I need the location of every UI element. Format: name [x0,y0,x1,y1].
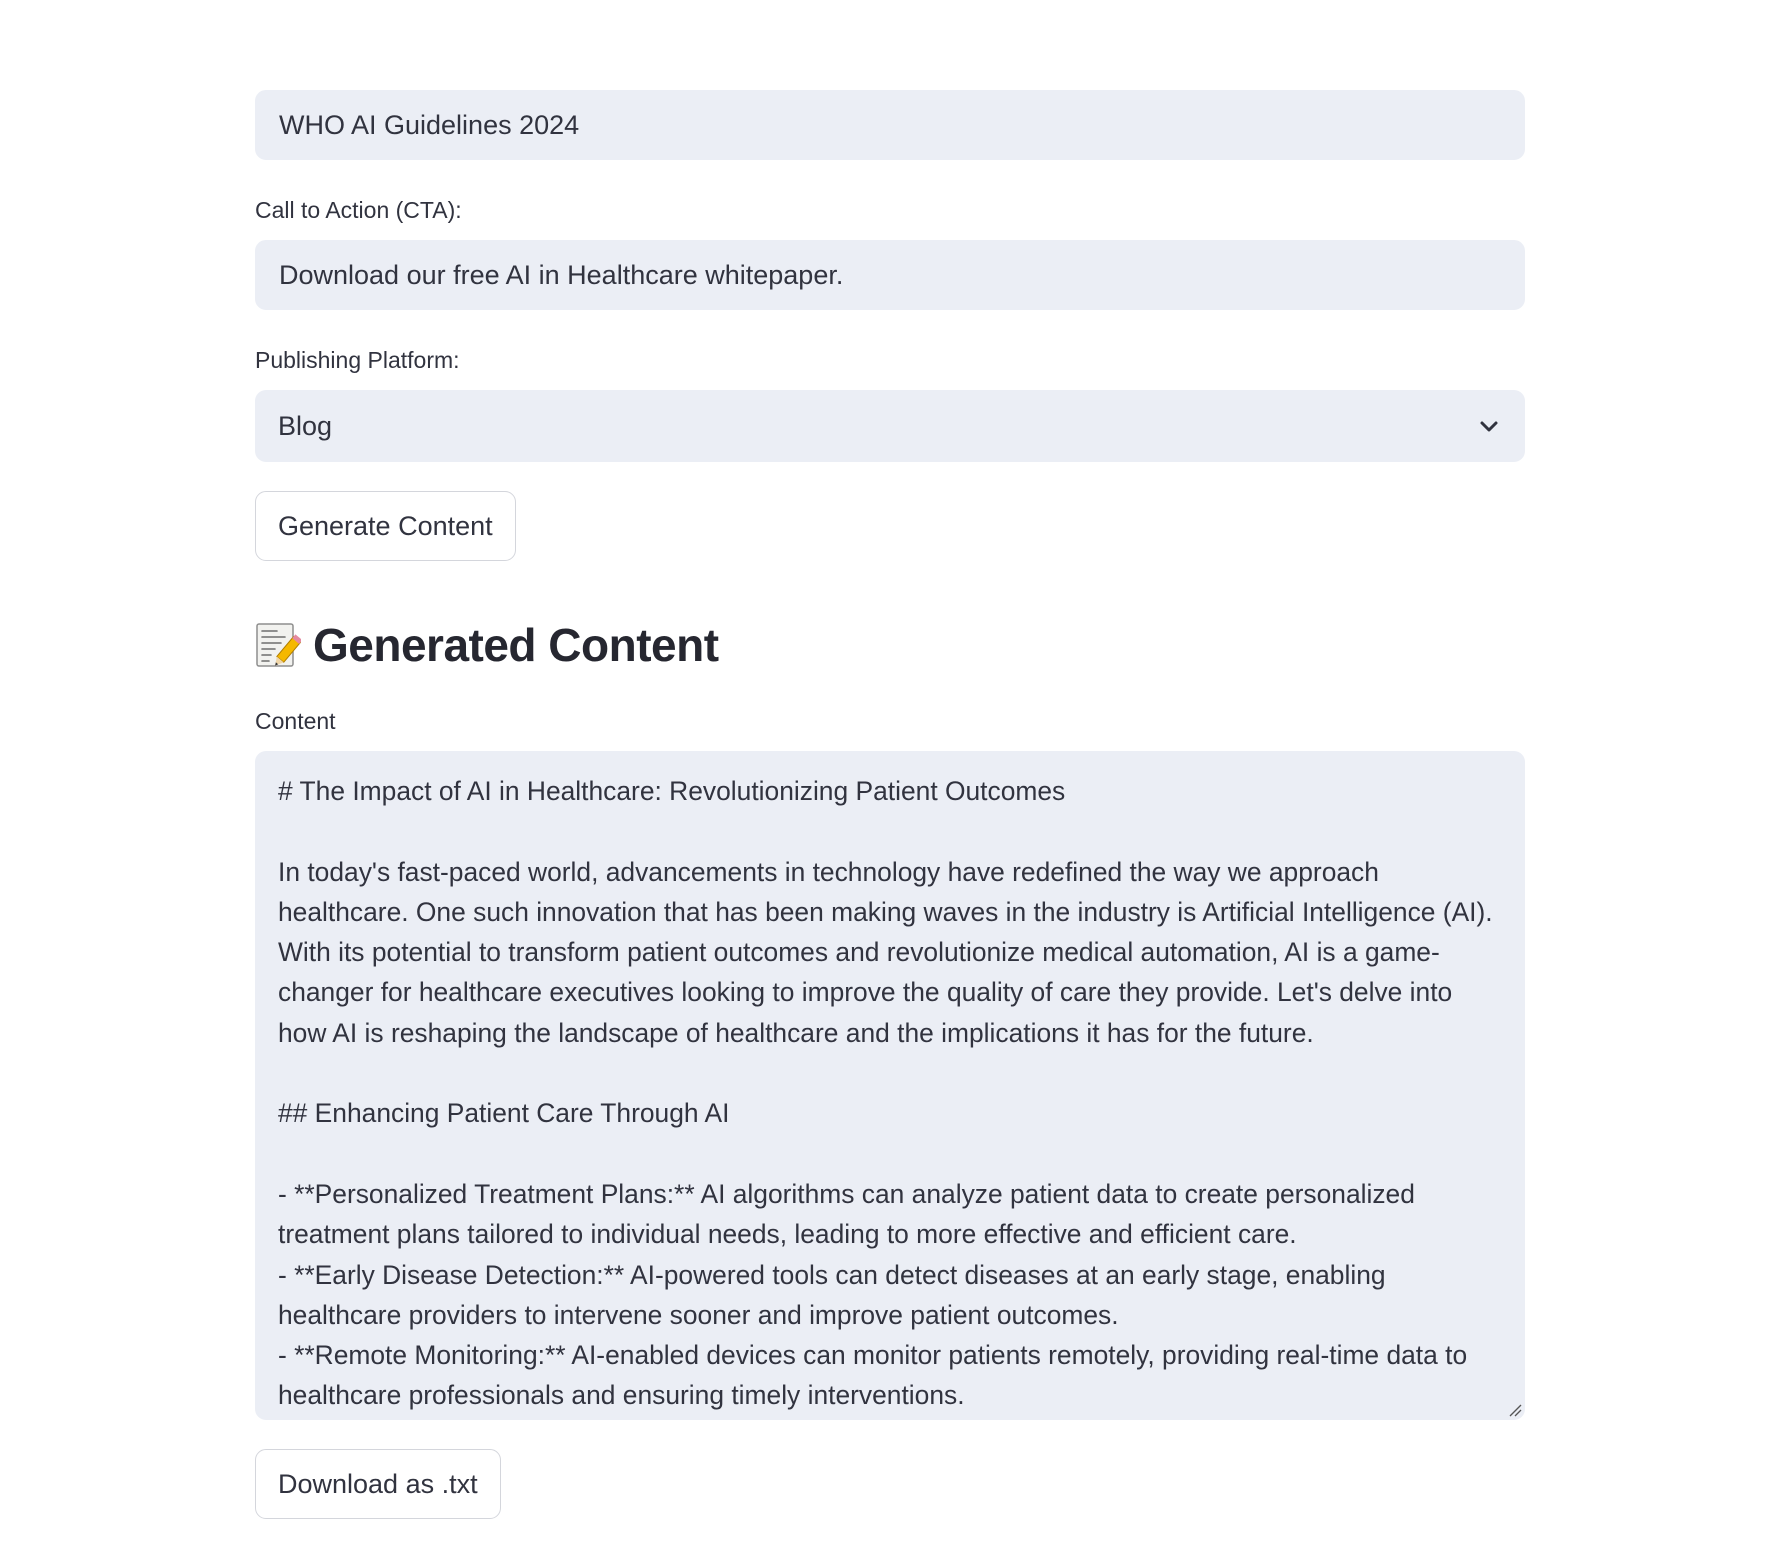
main-container: Call to Action (CTA): Publishing Platfor… [255,90,1525,1519]
cta-label: Call to Action (CTA): [255,197,462,223]
platform-select[interactable]: Blog [255,390,1525,462]
chevron-down-icon [1480,421,1498,432]
generate-content-button[interactable]: Generate Content [255,491,516,561]
platform-selected-value: Blog [278,410,333,441]
generated-content-heading: Generated Content [255,613,1525,677]
platform-label: Publishing Platform: [255,347,460,373]
cta-input[interactable] [255,240,1525,310]
source-input[interactable] [255,90,1525,160]
resize-handle-icon[interactable] [1508,1403,1522,1417]
download-txt-button[interactable]: Download as .txt [255,1449,501,1519]
content-textarea-container: # The Impact of AI in Healthcare: Revolu… [255,751,1525,1420]
memo-icon [256,623,301,667]
page-title: Generated Content [313,619,719,671]
content-label: Content [255,708,336,734]
content-textarea[interactable]: # The Impact of AI in Healthcare: Revolu… [255,751,1525,1420]
